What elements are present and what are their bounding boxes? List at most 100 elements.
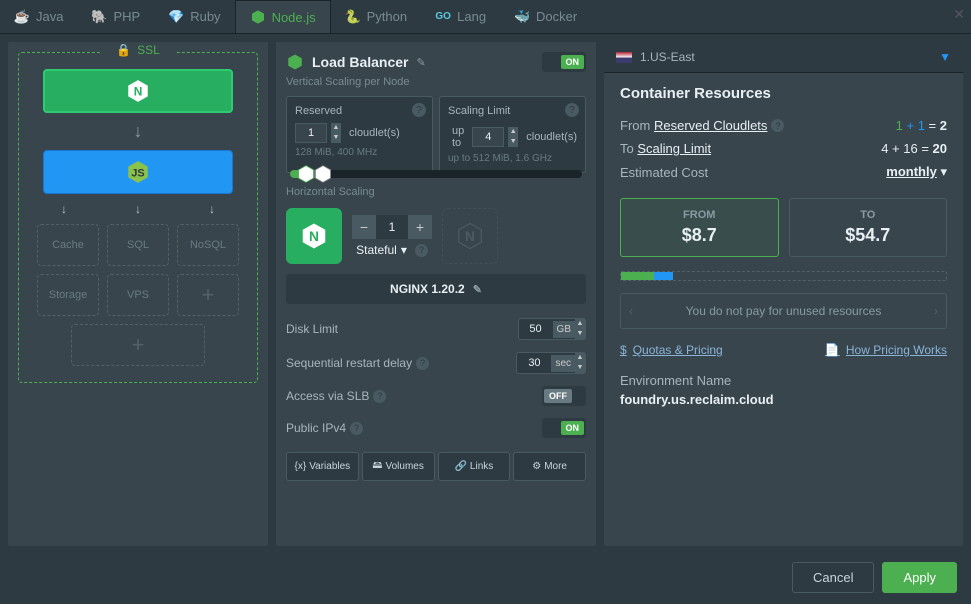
mode-label: Stateful [356, 243, 397, 257]
hscale-subtitle: Horizontal Scaling [286, 186, 586, 198]
from-cloudlets-row: From Reserved Cloudlets ? 1 + 1 = 2 [620, 114, 947, 137]
balancer-toggle[interactable]: ON [542, 52, 586, 72]
opt-label: Sequential restart delay [286, 356, 412, 370]
volumes-button[interactable]: 🖴Volumes [362, 452, 435, 481]
restart-input[interactable] [517, 354, 551, 372]
add-vps-box[interactable]: VPS [107, 274, 169, 316]
gear-icon: ⚙ [532, 461, 541, 472]
add-layer-box[interactable]: + [71, 324, 205, 366]
svg-text:N: N [465, 229, 475, 244]
help-icon[interactable]: ? [350, 422, 363, 435]
spin-down[interactable]: ▼ [331, 133, 341, 143]
limit-info: up to 512 MiB, 1.6 GHz [448, 153, 577, 164]
add-extra-box[interactable]: + [177, 274, 239, 316]
version-selector[interactable]: NGINX 1.20.2✎ [286, 274, 586, 304]
resources-title: Container Resources [620, 85, 947, 102]
limit-link[interactable]: Scaling Limit [637, 141, 711, 156]
help-icon[interactable]: ? [565, 103, 579, 117]
hscale-ghost-node[interactable]: N [442, 208, 498, 264]
reserved-input[interactable] [295, 123, 327, 143]
dialog-footer: Cancel Apply [0, 554, 971, 601]
lock-icon: 🔒 [116, 43, 131, 57]
add-storage-box[interactable]: Storage [37, 274, 99, 316]
svg-text:JS: JS [131, 167, 144, 179]
unit: sec [551, 355, 575, 372]
chevron-down-icon: ▾ [940, 164, 947, 179]
v: 2 [940, 118, 947, 133]
help-icon[interactable]: ? [415, 244, 428, 257]
slb-row: Access via SLB? OFF [286, 380, 586, 412]
tab-ruby[interactable]: 💎Ruby [154, 0, 234, 33]
tab-go[interactable]: GOLang [421, 0, 500, 33]
tab-label: Docker [536, 9, 577, 24]
how-pricing-link[interactable]: 📄How Pricing Works [825, 343, 947, 357]
spin-down[interactable]: ▼ [508, 137, 518, 147]
chevron-down-icon: ▼ [939, 50, 951, 64]
spin-up[interactable]: ▲ [508, 127, 518, 137]
cost-label: FROM [631, 209, 768, 221]
edit-icon[interactable]: ✎ [416, 56, 425, 69]
help-icon[interactable]: ? [412, 103, 426, 117]
next-tip-icon[interactable]: › [934, 304, 938, 318]
count-value: 1 [376, 220, 408, 234]
hscale-active-node[interactable]: N [286, 208, 342, 264]
help-icon[interactable]: ? [771, 119, 784, 132]
cancel-button[interactable]: Cancel [792, 562, 874, 593]
nodejs-node[interactable]: JS [43, 150, 233, 194]
ipv4-row: Public IPv4? ON [286, 412, 586, 444]
slb-toggle[interactable]: OFF [542, 386, 586, 406]
add-cache-box[interactable]: Cache [37, 224, 99, 266]
prev-tip-icon[interactable]: ‹ [629, 304, 633, 318]
spin-down[interactable]: ▼ [575, 329, 585, 339]
spin-up[interactable]: ▲ [331, 123, 341, 133]
close-dialog-icon[interactable]: ✕ [953, 6, 965, 23]
tab-python[interactable]: 🐍Python [331, 0, 421, 33]
disk-limit-row: Disk Limit GB▲▼ [286, 312, 586, 346]
tab-docker[interactable]: 🐳Docker [500, 0, 591, 33]
variables-button[interactable]: {x}Variables [286, 452, 359, 481]
arrow-down-icon: ↓ [27, 121, 249, 142]
links-button[interactable]: 🔗Links [438, 452, 511, 481]
decrement-button[interactable]: − [352, 215, 376, 239]
quotas-link[interactable]: $Quotas & Pricing [620, 343, 723, 357]
cloudlet-slider[interactable] [290, 170, 582, 178]
add-sql-box[interactable]: SQL [107, 224, 169, 266]
scaling-mode-select[interactable]: Stateful▾? [352, 243, 432, 257]
nginx-node[interactable]: N [43, 69, 233, 113]
increment-button[interactable]: + [408, 215, 432, 239]
spin-down[interactable]: ▼ [575, 363, 585, 373]
balancer-hex-icon [286, 53, 304, 71]
tab-nodejs[interactable]: Node.js [235, 0, 331, 33]
disk-input[interactable] [519, 320, 553, 338]
spin-up[interactable]: ▲ [575, 353, 585, 363]
reserved-link[interactable]: Reserved Cloudlets [654, 118, 767, 133]
tab-php[interactable]: 🐘PHP [77, 0, 154, 33]
ssl-badge[interactable]: 🔒SSL [100, 43, 176, 57]
arrow-down-icon: ↓ [61, 202, 67, 216]
unit-label: cloudlet(s) [349, 127, 400, 139]
ssl-container: 🔒SSL N ↓ JS ↓↓↓ Cache SQL NoSQL Storage … [18, 52, 258, 383]
cost-range-bar [620, 271, 947, 281]
nodejs-hex-icon: JS [125, 159, 151, 185]
tab-java[interactable]: ☕Java [0, 0, 77, 33]
help-icon[interactable]: ? [416, 357, 429, 370]
slider-handle-limit[interactable] [313, 164, 333, 184]
arrow-down-icon: ↓ [209, 202, 215, 216]
ipv4-toggle[interactable]: ON [542, 418, 586, 438]
region-selector[interactable]: 1.US-East ▼ [604, 42, 963, 73]
help-icon[interactable]: ? [373, 390, 386, 403]
info-text: You do not pay for unused resources [686, 304, 882, 318]
btn-label: Volumes [386, 461, 424, 472]
unit-label: cloudlet(s) [526, 131, 577, 143]
nginx-hex-icon: N [455, 221, 485, 251]
cost-label: TO [800, 209, 937, 221]
row-label: To [620, 141, 634, 156]
apply-button[interactable]: Apply [882, 562, 957, 593]
more-button[interactable]: ⚙More [513, 452, 586, 481]
limit-input[interactable] [472, 127, 504, 147]
add-nosql-box[interactable]: NoSQL [177, 224, 239, 266]
period-select[interactable]: monthly [886, 164, 937, 179]
resources-panel: 1.US-East ▼ Container Resources From Res… [604, 42, 963, 546]
spin-up[interactable]: ▲ [575, 319, 585, 329]
vscale-subtitle: Vertical Scaling per Node [286, 76, 586, 88]
